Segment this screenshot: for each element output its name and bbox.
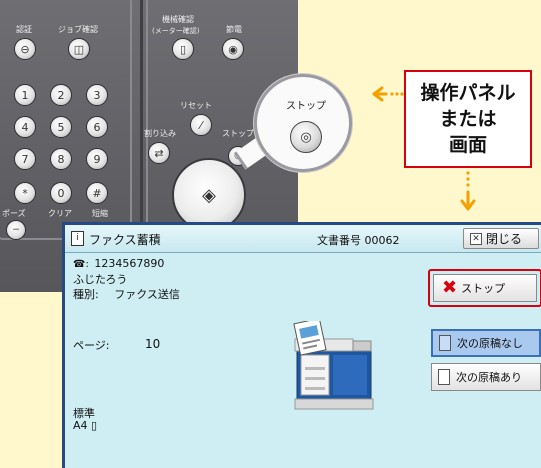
type-value: ファクス送信 — [114, 288, 180, 301]
reset-icon: ⁄ — [200, 118, 202, 132]
machine-icon: ▯ — [179, 42, 187, 56]
interrupt-button[interactable]: ⇄ — [148, 142, 170, 164]
no-more-originals-label: 次の原稿なし — [457, 337, 523, 350]
zoom-circle: ストップ ◎ — [254, 74, 352, 172]
pages-value: 10 — [145, 337, 161, 351]
panel-divider — [140, 0, 143, 230]
key-hash[interactable]: # — [86, 182, 108, 204]
key-0[interactable]: 0 — [50, 182, 72, 204]
paper-size: A4 — [73, 419, 88, 432]
pages-label: ページ: — [73, 339, 110, 352]
tel-row: ☎: 1234567890 — [73, 257, 164, 270]
reset-label: リセット — [180, 101, 212, 110]
power-icon: ◉ — [228, 42, 238, 56]
paper-row: A4 ▯ — [73, 419, 97, 432]
key-2[interactable]: 2 — [50, 84, 72, 106]
interrupt-icon: ⇄ — [154, 146, 164, 160]
page-icon — [438, 369, 450, 385]
key-5[interactable]: 5 — [50, 116, 72, 138]
job-icon: ◫ — [73, 42, 85, 56]
callout-line-1: 操作パネル — [420, 82, 516, 104]
machine-status-button[interactable]: ▯ — [172, 38, 194, 60]
key-1[interactable]: 1 — [14, 84, 36, 106]
start-button[interactable]: ◈ — [172, 158, 246, 232]
key-3[interactable]: 3 — [86, 84, 108, 106]
key-7[interactable]: 7 — [14, 148, 36, 170]
pause-label: ポーズ — [2, 209, 26, 218]
arrow-left-icon — [372, 86, 404, 102]
callout-box: 操作パネル または 画面 — [404, 70, 532, 168]
clear-label: クリア — [48, 209, 72, 218]
callout-line-3: 画面 — [448, 134, 487, 156]
screen-title: ファクス蓄積 — [89, 233, 161, 247]
auth-button[interactable]: ⊖ — [14, 38, 36, 60]
fax-storage-screen: i ファクス蓄積 文書番号 00062 ✕ 閉じる ☎: 1234567890 … — [62, 222, 541, 468]
type-label: 種別: — [73, 288, 99, 301]
portrait-icon: ▯ — [91, 419, 98, 432]
document-number: 文書番号 00062 — [317, 234, 400, 247]
meter-label: (メーター確認) — [152, 27, 200, 35]
arrow-down-icon — [460, 171, 476, 211]
speed-dial-label: 短縮 — [92, 209, 108, 218]
interrupt-label: 割り込み — [144, 129, 176, 138]
close-icon: ✕ — [470, 232, 482, 245]
info-icon: i — [71, 231, 84, 246]
copier-icon — [293, 321, 374, 410]
power-saver-label: 節電 — [226, 25, 242, 34]
reset-button[interactable]: ⁄ — [190, 114, 212, 136]
more-originals-button[interactable]: 次の原稿あり — [431, 363, 541, 391]
key-9[interactable]: 9 — [86, 148, 108, 170]
machine-status-label: 機械確認 — [162, 15, 194, 24]
key-asterisk[interactable]: * — [14, 182, 36, 204]
stop-x-icon: ✖ — [442, 277, 458, 298]
key-8[interactable]: 8 — [50, 148, 72, 170]
no-more-originals-button[interactable]: 次の原稿なし — [431, 329, 541, 357]
key-icon: ⊖ — [20, 42, 30, 56]
recipient-name: ふじたろう — [73, 273, 128, 286]
stop-icon: ◎ — [300, 129, 312, 145]
stop-button-highlight: ✖ ストップ — [428, 269, 541, 307]
zoom-stop-button[interactable]: ◎ — [290, 121, 322, 153]
close-label: 閉じる — [486, 232, 523, 246]
power-saver-button[interactable]: ◉ — [222, 38, 244, 60]
callout-line-2: または — [439, 108, 497, 130]
more-originals-label: 次の原稿あり — [456, 371, 522, 384]
phone-icon: ☎: — [73, 259, 89, 270]
key-6[interactable]: 6 — [86, 116, 108, 138]
stop-button[interactable]: ✖ ストップ — [433, 274, 537, 302]
job-status-label: ジョブ確認 — [58, 25, 98, 34]
start-icon: ◈ — [202, 184, 216, 206]
type-row: 種別: ファクス送信 — [73, 286, 180, 302]
pause-button[interactable]: − — [6, 220, 26, 240]
zoom-stop-label: ストップ — [286, 101, 326, 112]
auth-label: 認証 — [16, 25, 32, 34]
stop-label: ストップ — [461, 282, 506, 295]
minus-icon: − — [12, 225, 20, 235]
key-4[interactable]: 4 — [14, 116, 36, 138]
close-button[interactable]: ✕ 閉じる — [463, 228, 539, 249]
page-icon — [439, 335, 451, 351]
job-status-button[interactable]: ◫ — [68, 38, 90, 60]
stop-label-panel: ストップ — [222, 129, 254, 138]
title-bar: i ファクス蓄積 文書番号 00062 ✕ 閉じる — [65, 225, 541, 253]
tel-number: 1234567890 — [94, 257, 165, 270]
